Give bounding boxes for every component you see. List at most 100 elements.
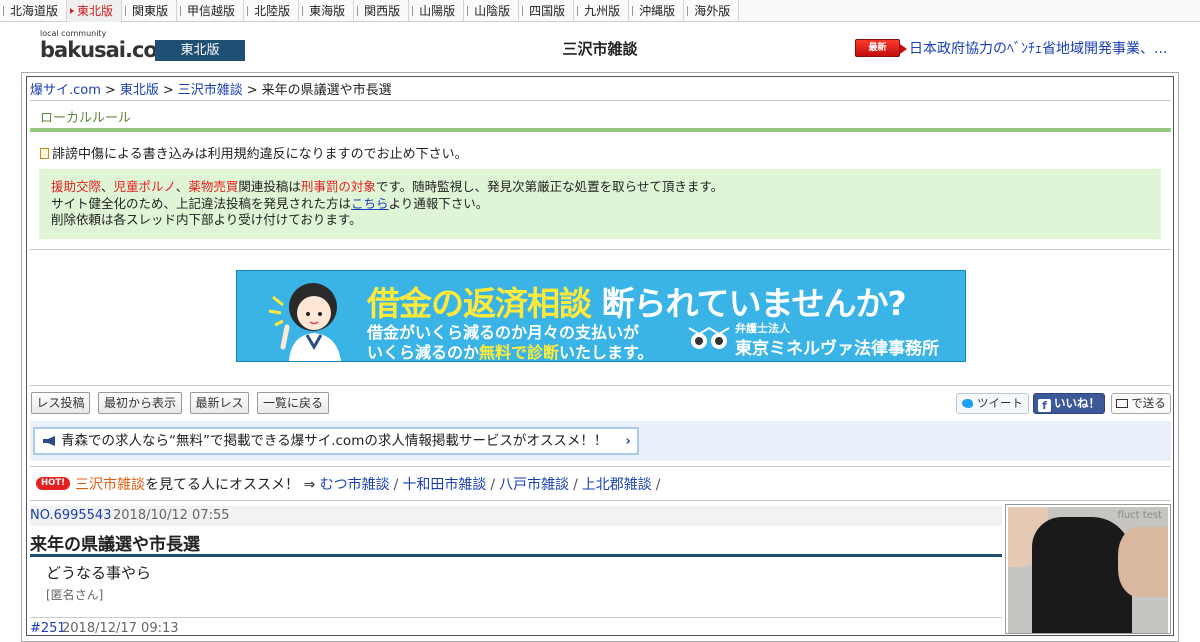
- title-underline: [30, 554, 1002, 557]
- related-separator: /: [490, 477, 496, 493]
- related-board-link[interactable]: 八戸市雑談: [499, 477, 569, 493]
- region-tab[interactable]: 山陰版: [464, 0, 520, 22]
- breadcrumb-separator: >: [246, 83, 258, 98]
- warning-line-2: サイト健全化のため、上記違法投稿を発見された方はこちらより通報下さい。: [51, 196, 1149, 213]
- related-separator: /: [393, 477, 399, 493]
- news-headline-link[interactable]: 日本政府協力のﾍﾞﾝﾁｪ省地域開発事業、...: [909, 38, 1167, 58]
- megaphone-icon: [43, 436, 55, 446]
- related-current-board[interactable]: 三沢市雑談: [75, 477, 145, 493]
- breadcrumb-region[interactable]: 東北版: [120, 83, 159, 98]
- show-from-start-button[interactable]: 最初から表示: [98, 392, 182, 414]
- region-tab[interactable]: 海外版: [684, 0, 740, 22]
- warn-text: より通報下さい。: [388, 195, 489, 211]
- region-tab[interactable]: 北海道版: [0, 0, 68, 22]
- promo-text: 青森での求人なら“無料”で掲載できる爆サイ.comの求人情報掲載サービスがオスス…: [61, 433, 608, 449]
- chevron-right-icon: ›: [625, 433, 631, 449]
- banner-subline-2: いくら減るのか無料で診断いたします。: [367, 339, 654, 362]
- related-board-link[interactable]: 上北郡雑談: [582, 477, 652, 493]
- warn-term: 児童ポルノ: [113, 179, 176, 194]
- post-reply-button[interactable]: レス投稿: [31, 392, 90, 414]
- warn-text: サイト健全化のため、上記違法投稿を発見された方は: [51, 195, 352, 211]
- region-tab[interactable]: 沖縄版: [629, 0, 685, 22]
- divider: [30, 500, 1171, 501]
- related-board-link[interactable]: 十和田市雑談: [402, 477, 486, 493]
- region-tab[interactable]: 北陸版: [244, 0, 300, 22]
- breadcrumb: 爆サイ.com > 東北版 > 三沢市雑談 > 来年の県議選や市長選: [30, 79, 392, 98]
- banner-girl-illustration: [268, 283, 341, 361]
- region-tab[interactable]: 九州版: [574, 0, 630, 22]
- breadcrumb-separator: >: [104, 83, 116, 98]
- related-separator: /: [655, 477, 661, 493]
- breadcrumb-current: 来年の県議選や市長選: [261, 83, 392, 98]
- region-tab[interactable]: 東海版: [299, 0, 355, 22]
- region-nav: 北海道版 東北版 関東版 甲信越版 北陸版 東海版 関西版 山陽版 山陰版 四国版 九州版 沖縄版 海外…: [0, 0, 1200, 22]
- related-separator: /: [573, 477, 578, 493]
- reply-number-link[interactable]: #251: [30, 621, 66, 636]
- banner-headline-a: 借金の返済相談: [367, 284, 592, 323]
- region-tab[interactable]: 四国版: [519, 0, 575, 22]
- breadcrumb-home[interactable]: 爆サイ.com: [30, 83, 101, 98]
- job-promo-link[interactable]: 青森での求人なら“無料”で掲載できる爆サイ.comの求人情報掲載サービスがオスス…: [33, 427, 639, 455]
- ad-photo-shape: [1118, 527, 1168, 597]
- rules-notice-text: 誹謗中傷による書き込みは利用規約違反になりますのでお止め下さい。: [52, 147, 468, 162]
- like-label: いいね！: [1054, 396, 1100, 410]
- warn-text: 関連投稿は: [238, 179, 301, 194]
- thread-title: 来年の県議選や市長選: [30, 535, 200, 555]
- related-lead: を見てる人にオススメ！ ⇒: [145, 477, 316, 493]
- warn-term: 援助交際: [51, 179, 102, 194]
- banner-firm-name: 東京ミネルヴァ法律事務所: [735, 339, 939, 359]
- region-tab[interactable]: 関東版: [122, 0, 178, 22]
- latest-replies-button[interactable]: 最新レス: [190, 392, 249, 414]
- tweet-label: ツイート: [977, 396, 1023, 410]
- divider: [30, 100, 1171, 101]
- facebook-icon: f: [1038, 399, 1051, 412]
- owl-logo-icon: [688, 326, 730, 349]
- warn-term: 刑事罰の対象: [300, 179, 376, 194]
- board-title: 三沢市雑談: [562, 40, 638, 58]
- document-icon: [40, 148, 49, 159]
- tweet-button[interactable]: ツイート: [956, 393, 1029, 414]
- banner-sub2-a: いくら減るのか: [367, 343, 480, 362]
- banner-sub2-b: 無料で診断: [479, 343, 560, 362]
- divider: [30, 385, 1171, 386]
- logo-tagline: local community: [40, 29, 107, 38]
- divider: [30, 249, 1171, 250]
- send-label: で送る: [1131, 396, 1166, 410]
- side-ad-image[interactable]: fluct test: [1008, 507, 1168, 633]
- breadcrumb-board[interactable]: 三沢市雑談: [178, 83, 243, 98]
- hot-badge: HOT!: [36, 477, 70, 490]
- report-link[interactable]: こちら: [351, 196, 389, 211]
- region-tab[interactable]: 東北版: [67, 0, 123, 22]
- back-to-list-button[interactable]: 一覧に戻る: [257, 392, 329, 414]
- send-mail-button[interactable]: で送る: [1111, 393, 1171, 414]
- region-tab[interactable]: 甲信越版: [177, 0, 245, 22]
- post-number-link[interactable]: NO.6995543: [30, 508, 111, 523]
- post-date: 2018/10/12 07:55: [113, 508, 230, 523]
- related-board-link[interactable]: むつ市雑談: [320, 477, 390, 493]
- news-badge: 最新NEWS: [855, 39, 907, 69]
- divider: [30, 617, 1002, 618]
- breadcrumb-separator: >: [162, 83, 174, 98]
- banner-sub2-c: いたします。: [559, 343, 654, 362]
- divider: [30, 466, 1171, 467]
- post-author: [匿名さん]: [46, 588, 104, 602]
- ad-photo-shape: [1032, 517, 1132, 633]
- twitter-bird-icon: [962, 399, 973, 408]
- related-boards: 三沢市雑談を見てる人にオススメ！ ⇒ むつ市雑談 / 十和田市雑談 / 八戸市雑談 / 上北…: [75, 474, 665, 494]
- rules-notice: 誹謗中傷による書き込みは利用規約違反になりますのでお止め下さい。: [40, 143, 468, 162]
- local-rules-title[interactable]: ローカルルール: [40, 107, 131, 126]
- warning-line-1: 援助交際、児童ポルノ、薬物売買関連投稿は刑事罰の対象です。随時監視し、発見次第厳…: [51, 179, 1149, 196]
- reply-date: 2018/12/17 09:13: [62, 621, 179, 636]
- region-tab[interactable]: 関西版: [354, 0, 410, 22]
- banner-headline-b: 断られていませんか?: [601, 284, 907, 323]
- region-tab[interactable]: 山陽版: [409, 0, 465, 22]
- banner-headline: 借金の返済相談 断られていませんか?: [367, 277, 907, 325]
- warn-comma: 、: [101, 179, 114, 194]
- banner-ad[interactable]: 借金の返済相談 断られていませんか? 借金がいくら減るのか月々の支払いが いくら…: [236, 270, 966, 362]
- facebook-like-button[interactable]: f いいね！: [1033, 393, 1105, 414]
- ad-label: fluct test: [1117, 510, 1162, 521]
- warning-box: 援助交際、児童ポルノ、薬物売買関連投稿は刑事罰の対象です。随時監視し、発見次第厳…: [39, 169, 1161, 239]
- region-badge[interactable]: 東北版: [155, 40, 245, 61]
- warning-line-3: 削除依頼は各スレッド内下部より受け付けております。: [51, 212, 362, 227]
- warn-comma: 、: [175, 179, 189, 194]
